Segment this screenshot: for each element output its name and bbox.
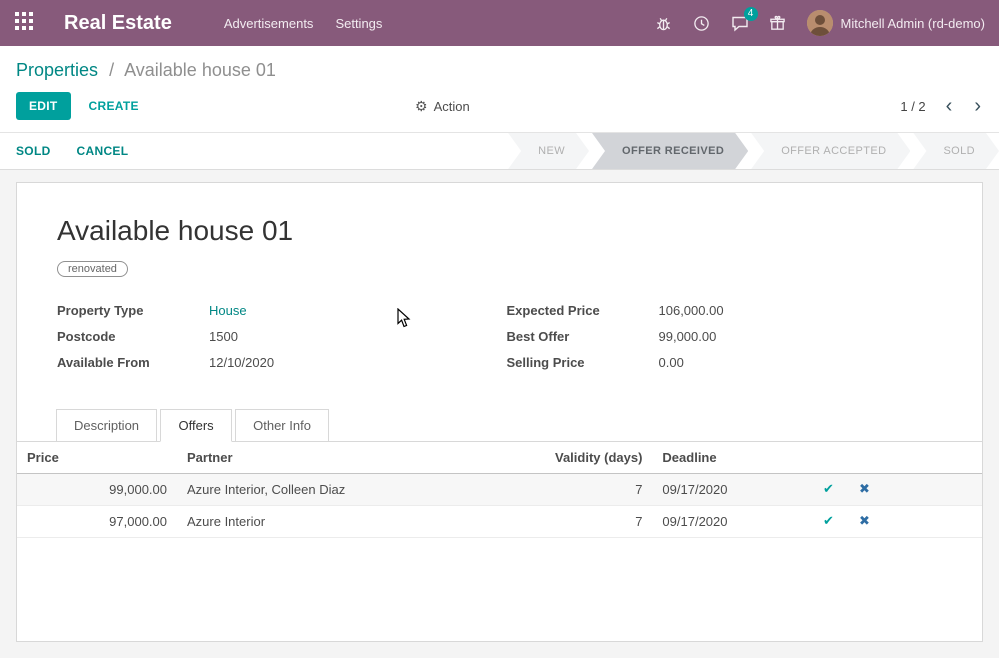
status-pipeline: NEW OFFER RECEIVED OFFER ACCEPTED SOLD	[505, 133, 999, 169]
offers-table-header-row: Price Partner Validity (days) Deadline	[17, 442, 982, 474]
avatar	[807, 10, 833, 36]
accept-offer-button[interactable]: ✔	[821, 481, 836, 498]
field-label: Best Offer	[507, 329, 659, 344]
field-label: Expected Price	[507, 303, 659, 318]
offer-row[interactable]: 99,000.00 Azure Interior, Colleen Diaz 7…	[17, 474, 982, 506]
field-label: Postcode	[57, 329, 209, 344]
messages-chat-icon[interactable]: 4	[731, 14, 749, 32]
breadcrumb-separator: /	[109, 60, 114, 80]
tab-description[interactable]: Description	[56, 409, 157, 442]
available-from-value: 12/10/2020	[209, 355, 274, 370]
message-count-badge: 4	[744, 7, 758, 21]
control-panel: Properties / Available house 01 EDIT CRE…	[0, 46, 999, 132]
record-sheet: Available house 01 renovated Property Ty…	[16, 182, 983, 642]
offer-partner: Azure Interior, Colleen Diaz	[177, 474, 545, 506]
column-header-deadline[interactable]: Deadline	[652, 442, 810, 474]
offer-validity: 7	[545, 506, 652, 538]
user-name: Mitchell Admin (rd-demo)	[841, 16, 986, 31]
column-header-partner[interactable]: Partner	[177, 442, 545, 474]
top-navbar: Real Estate Advertisements Settings 4	[0, 0, 999, 46]
breadcrumb: Properties / Available house 01	[0, 46, 999, 90]
expected-price-value: 106,000.00	[659, 303, 724, 318]
field-selling-price: Selling Price 0.00	[507, 355, 943, 370]
field-expected-price: Expected Price 106,000.00	[507, 303, 943, 318]
record-title: Available house 01	[57, 215, 942, 247]
state-sold[interactable]: SOLD	[913, 133, 999, 169]
state-offer-accepted[interactable]: OFFER ACCEPTED	[751, 133, 910, 169]
gear-icon: ⚙	[415, 98, 428, 115]
notebook-tabs: Description Offers Other Info	[17, 409, 982, 442]
form-view: Available house 01 renovated Property Ty…	[0, 170, 999, 658]
apps-grid-icon	[15, 12, 33, 35]
column-header-accept	[810, 442, 846, 474]
refuse-offer-button[interactable]: ✖	[857, 513, 872, 530]
state-offer-received[interactable]: OFFER RECEIVED	[592, 133, 748, 169]
offer-validity: 7	[545, 474, 652, 506]
property-type-link[interactable]: House	[209, 303, 247, 318]
sold-button[interactable]: SOLD	[16, 144, 51, 158]
apps-menu-button[interactable]	[0, 0, 48, 46]
tab-other-info[interactable]: Other Info	[235, 409, 329, 442]
app-title[interactable]: Real Estate	[64, 12, 172, 35]
offer-price: 97,000.00	[17, 506, 177, 538]
best-offer-value: 99,000.00	[659, 329, 717, 344]
offers-table: Price Partner Validity (days) Deadline 9…	[17, 442, 982, 538]
gift-icon[interactable]	[769, 14, 787, 32]
column-header-validity[interactable]: Validity (days)	[545, 442, 652, 474]
field-column-right: Expected Price 106,000.00 Best Offer 99,…	[500, 303, 943, 381]
accept-offer-button[interactable]: ✔	[821, 513, 836, 530]
selling-price-value: 0.00	[659, 355, 684, 370]
edit-button[interactable]: EDIT	[16, 92, 71, 120]
offer-deadline: 09/17/2020	[652, 506, 810, 538]
action-label: Action	[434, 99, 470, 114]
navbar-systray: 4 Mitchell Admin (rd-demo)	[655, 10, 986, 36]
create-button[interactable]: CREATE	[89, 99, 139, 113]
field-label: Available From	[57, 355, 209, 370]
tab-offers[interactable]: Offers	[160, 409, 231, 442]
offer-row[interactable]: 97,000.00 Azure Interior 7 09/17/2020 ✔ …	[17, 506, 982, 538]
field-postcode: Postcode 1500	[57, 329, 500, 344]
field-best-offer: Best Offer 99,000.00	[507, 329, 943, 344]
field-label: Property Type	[57, 303, 209, 318]
row-spacer	[882, 474, 982, 506]
sheet-header: Available house 01 renovated	[17, 183, 982, 277]
column-header-refuse	[846, 442, 882, 474]
postcode-value: 1500	[209, 329, 238, 344]
column-header-price[interactable]: Price	[17, 442, 177, 474]
cancel-button[interactable]: CANCEL	[77, 144, 129, 158]
main-menu: Advertisements Settings	[224, 10, 383, 37]
breadcrumb-current: Available house 01	[124, 60, 276, 80]
refuse-offer-button[interactable]: ✖	[857, 481, 872, 498]
offer-deadline: 09/17/2020	[652, 474, 810, 506]
field-column-left: Property Type House Postcode 1500 Availa…	[57, 303, 500, 381]
debug-bug-icon[interactable]	[655, 14, 673, 32]
pager-value: 1 / 2	[900, 99, 925, 114]
menu-advertisements[interactable]: Advertisements	[224, 10, 314, 37]
statusbar: SOLD CANCEL NEW OFFER RECEIVED OFFER ACC…	[0, 132, 999, 170]
field-property-type: Property Type House	[57, 303, 500, 318]
breadcrumb-properties[interactable]: Properties	[16, 60, 98, 80]
field-label: Selling Price	[507, 355, 659, 370]
control-panel-buttons: EDIT CREATE ⚙ Action 1 / 2 ‹ ›	[0, 90, 999, 132]
pager-previous-button[interactable]: ‹	[944, 96, 955, 116]
field-available-from: Available From 12/10/2020	[57, 355, 500, 370]
pager: 1 / 2 ‹ ›	[900, 96, 983, 116]
activities-clock-icon[interactable]	[693, 14, 711, 32]
pager-next-button[interactable]: ›	[972, 96, 983, 116]
field-groups: Property Type House Postcode 1500 Availa…	[17, 277, 982, 381]
row-spacer	[882, 506, 982, 538]
statusbar-actions: SOLD CANCEL	[16, 133, 128, 169]
menu-settings[interactable]: Settings	[335, 10, 382, 37]
state-new[interactable]: NEW	[508, 133, 589, 169]
offer-partner: Azure Interior	[177, 506, 545, 538]
offer-price: 99,000.00	[17, 474, 177, 506]
action-menu-button[interactable]: ⚙ Action	[415, 98, 470, 115]
user-menu[interactable]: Mitchell Admin (rd-demo)	[807, 10, 986, 36]
column-header-spacer	[882, 442, 982, 474]
tag-renovated: renovated	[57, 261, 128, 277]
